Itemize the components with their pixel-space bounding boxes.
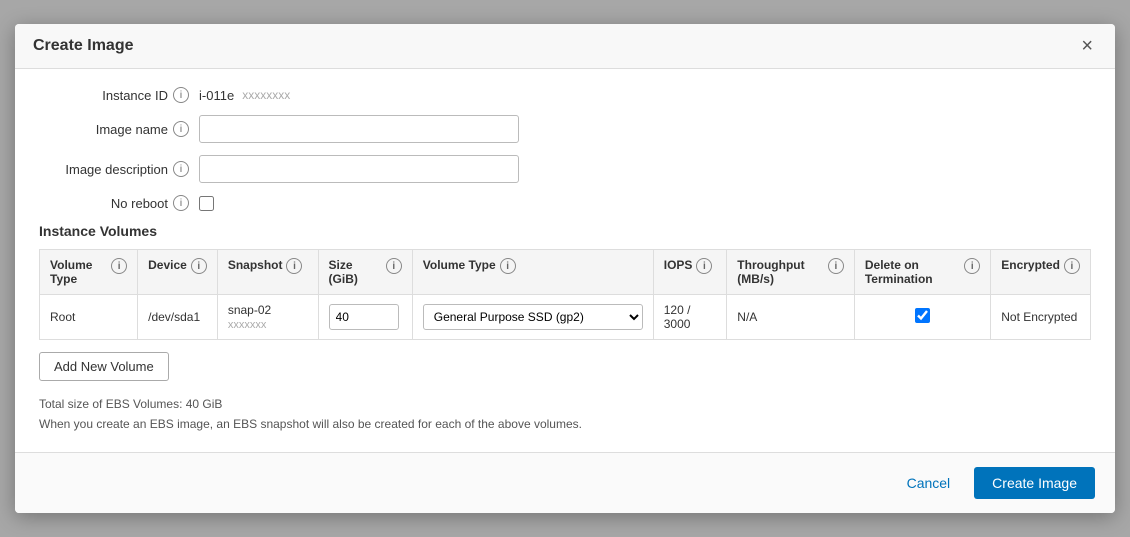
delete-on-termination-header-info-icon[interactable]: i [964,258,980,274]
col-header-size: Size (GiB) i [318,250,412,295]
row-throughput: N/A [727,295,855,340]
volumes-table: Volume Type i Device i S [39,249,1091,340]
volume-type-header-info-icon[interactable]: i [111,258,127,274]
image-description-info-icon[interactable]: i [173,161,189,177]
row-encrypted: Not Encrypted [991,295,1091,340]
image-description-input[interactable] [199,155,519,183]
device-header-info-icon[interactable]: i [191,258,207,274]
size-input[interactable] [329,304,399,330]
col-header-throughput: Throughput (MB/s) i [727,250,855,295]
col-header-iops: IOPS i [653,250,727,295]
row-volume-type-select-cell: General Purpose SSD (gp2) General Purpos… [412,295,653,340]
no-reboot-checkbox[interactable] [199,196,214,211]
footer-note-line2: When you create an EBS image, an EBS sna… [39,415,1091,434]
image-name-input[interactable] [199,115,519,143]
image-name-label: Image name i [39,121,199,137]
throughput-header-info-icon[interactable]: i [828,258,844,274]
instance-id-blurred: xxxxxxxx [242,88,290,102]
col-header-snapshot: Snapshot i [217,250,318,295]
modal-header: Create Image × [15,24,1115,69]
col-header-volume-type: Volume Type i [40,250,138,295]
no-reboot-info-icon[interactable]: i [173,195,189,211]
no-reboot-group: No reboot i [39,195,1091,211]
modal-footer: Cancel Create Image [15,452,1115,513]
col-header-device: Device i [138,250,218,295]
volume-type-select[interactable]: General Purpose SSD (gp2) General Purpos… [423,304,643,330]
instance-id-group: Instance ID i i-011e xxxxxxxx [39,87,1091,103]
col-header-encrypted: Encrypted i [991,250,1091,295]
instance-id-value: i-011e xxxxxxxx [199,88,290,103]
modal-body: Instance ID i i-011e xxxxxxxx Image name… [15,69,1115,451]
close-button[interactable]: × [1077,36,1097,56]
col-header-delete-on-termination: Delete on Termination i [854,250,990,295]
delete-on-termination-checkbox[interactable] [915,308,930,323]
table-header-row: Volume Type i Device i S [40,250,1091,295]
image-name-info-icon[interactable]: i [173,121,189,137]
volume-type-col-header-info-icon[interactable]: i [500,258,516,274]
row-iops: 120 / 3000 [653,295,727,340]
col-header-volume-type-col: Volume Type i [412,250,653,295]
instance-id-info-icon[interactable]: i [173,87,189,103]
no-reboot-label: No reboot i [39,195,199,211]
row-delete-on-termination [854,295,990,340]
create-image-button[interactable]: Create Image [974,467,1095,499]
table-row: Root /dev/sda1 snap-02 xxxxxxx General P… [40,295,1091,340]
snapshot-header-info-icon[interactable]: i [286,258,302,274]
row-snapshot: snap-02 xxxxxxx [217,295,318,340]
row-size [318,295,412,340]
size-header-info-icon[interactable]: i [386,258,402,274]
footer-note-line1: Total size of EBS Volumes: 40 GiB [39,395,1091,414]
row-device: /dev/sda1 [138,295,218,340]
modal-overlay: Create Image × Instance ID i i-011e xxxx… [0,0,1130,537]
iops-header-info-icon[interactable]: i [696,258,712,274]
modal-title: Create Image [33,37,134,55]
add-new-volume-button[interactable]: Add New Volume [39,352,169,381]
row-volume-type: Root [40,295,138,340]
image-description-label: Image description i [39,161,199,177]
instance-id-label: Instance ID i [39,87,199,103]
footer-notes: Total size of EBS Volumes: 40 GiB When y… [39,395,1091,433]
encrypted-header-info-icon[interactable]: i [1064,258,1080,274]
cancel-button[interactable]: Cancel [893,467,965,499]
image-name-group: Image name i [39,115,1091,143]
image-description-group: Image description i [39,155,1091,183]
volumes-section-title: Instance Volumes [39,223,1091,239]
create-image-modal: Create Image × Instance ID i i-011e xxxx… [15,24,1115,512]
